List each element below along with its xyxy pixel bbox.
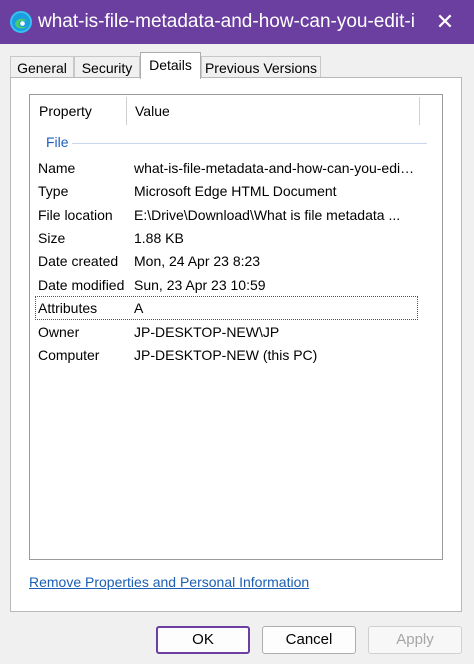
column-divider[interactable]: [419, 97, 420, 125]
property-name: Computer: [38, 347, 100, 363]
tab-security[interactable]: Security: [74, 56, 140, 78]
property-value: JP-DESKTOP-NEW (this PC): [134, 347, 318, 363]
details-panel: Property Value File Name what-is-file-me…: [10, 77, 462, 612]
property-row-attributes[interactable]: Attributes A: [35, 296, 418, 320]
property-value: what-is-file-metadata-and-how-can-you-ed…: [134, 160, 415, 176]
property-name: Type: [38, 183, 69, 199]
property-row-name[interactable]: Name what-is-file-metadata-and-how-can-y…: [36, 157, 417, 179]
property-row-computer[interactable]: Computer JP-DESKTOP-NEW (this PC): [36, 344, 417, 366]
property-value: E:\Drive\Download\What is file metadata …: [134, 207, 401, 223]
property-row-owner[interactable]: Owner JP-DESKTOP-NEW\JP: [36, 321, 417, 343]
column-header-value[interactable]: Value: [135, 95, 170, 127]
window-title: what-is-file-metadata-and-how-can-you-ed…: [38, 11, 416, 32]
property-value: Sun, 23 Apr 23 10:59: [134, 277, 266, 293]
property-name: Attributes: [38, 300, 98, 316]
property-row-date-created[interactable]: Date created Mon, 24 Apr 23 8:23: [36, 250, 417, 272]
property-name: Name: [38, 160, 76, 176]
cancel-button[interactable]: Cancel: [262, 626, 356, 654]
property-value: Microsoft Edge HTML Document: [134, 183, 337, 199]
property-name: File location: [38, 207, 113, 223]
title-bar: what-is-file-metadata-and-how-can-you-ed…: [0, 0, 474, 44]
property-row-file-location[interactable]: File location E:\Drive\Download\What is …: [36, 204, 417, 226]
close-icon[interactable]: ✕: [430, 8, 460, 36]
property-row-size[interactable]: Size 1.88 KB: [36, 227, 417, 249]
apply-button[interactable]: Apply: [368, 626, 462, 654]
remove-properties-link[interactable]: Remove Properties and Personal Informati…: [29, 574, 309, 590]
tab-details[interactable]: Details: [140, 52, 201, 79]
properties-list[interactable]: Property Value File Name what-is-file-me…: [29, 94, 443, 560]
property-name: Owner: [38, 324, 80, 340]
property-name: Date modified: [38, 277, 125, 293]
list-header: Property Value: [30, 95, 442, 127]
tab-previous-versions[interactable]: Previous Versions: [201, 56, 321, 78]
property-value: JP-DESKTOP-NEW\JP: [134, 324, 280, 340]
property-value: 1.88 KB: [134, 230, 184, 246]
column-header-property[interactable]: Property: [39, 95, 92, 127]
edge-document-icon: [10, 11, 32, 33]
group-divider: [72, 143, 427, 144]
property-row-type[interactable]: Type Microsoft Edge HTML Document: [36, 180, 417, 202]
group-header-file: File: [46, 134, 69, 150]
property-value: Mon, 24 Apr 23 8:23: [134, 253, 261, 269]
property-value: A: [134, 300, 144, 316]
column-divider[interactable]: [126, 97, 127, 125]
ok-button[interactable]: OK: [156, 626, 250, 654]
tab-general[interactable]: General: [10, 56, 74, 78]
property-name: Size: [38, 230, 66, 246]
property-name: Date created: [38, 253, 119, 269]
property-row-date-modified[interactable]: Date modified Sun, 23 Apr 23 10:59: [36, 274, 417, 296]
